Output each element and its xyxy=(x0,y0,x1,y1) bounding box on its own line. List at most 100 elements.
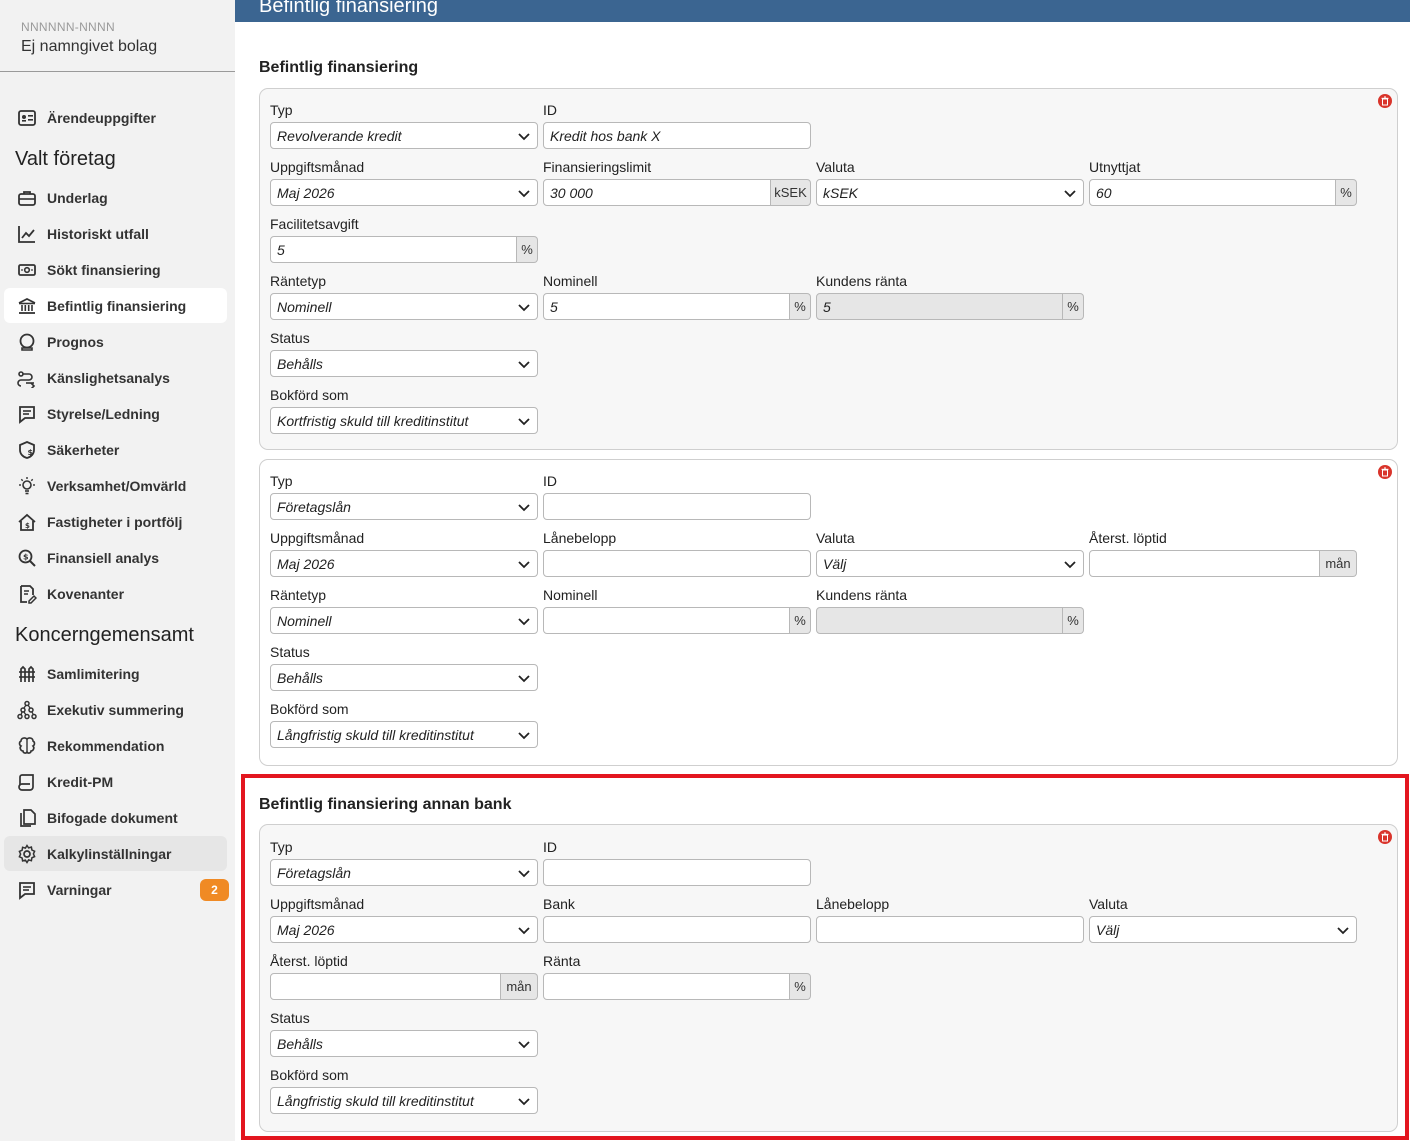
customer-rate-label: Kundens ränta xyxy=(816,587,908,603)
id-input[interactable] xyxy=(543,493,811,520)
sidebar-item-kalkylinstallningar[interactable]: Kalkylinställningar xyxy=(4,836,227,871)
section-title-existing: Befintlig finansiering xyxy=(259,59,419,76)
currency-value: Välj xyxy=(823,555,847,572)
currency-label: Valuta xyxy=(816,159,855,175)
delete-card-1-button[interactable] xyxy=(1378,94,1392,108)
sidebar-item-label: Styrelse/Ledning xyxy=(47,405,160,422)
delete-card-2-button[interactable] xyxy=(1378,465,1392,479)
svg-text:$: $ xyxy=(28,448,34,457)
brain-icon xyxy=(16,735,38,757)
svg-text:$: $ xyxy=(25,522,30,530)
chevron-down-icon xyxy=(518,618,530,626)
booked-select[interactable]: Långfristig skuld till kreditinstitut xyxy=(270,1087,538,1114)
chevron-down-icon xyxy=(1064,190,1076,198)
limit-input[interactable]: 30 000 xyxy=(543,179,771,206)
nominal-input[interactable]: 5 xyxy=(543,293,790,320)
sidebar-item-arendeuppgifter[interactable]: Ärendeuppgifter xyxy=(4,100,227,135)
nominal-unit: % xyxy=(790,293,811,320)
used-unit: % xyxy=(1336,179,1357,206)
month-value: Maj 2026 xyxy=(277,184,335,201)
sidebar-item-kredit-pm[interactable]: Kredit-PM xyxy=(4,764,227,799)
remaining-label: Återst. löptid xyxy=(270,953,348,969)
month-select[interactable]: Maj 2026 xyxy=(270,179,538,206)
sidebar-item-kanslighetsanalys[interactable]: Känslighetsanalys xyxy=(4,360,227,395)
sidebar-item-bifogade-dokument[interactable]: Bifogade dokument xyxy=(4,800,227,835)
sidebar-item-verksamhet-omvarld[interactable]: Verksamhet/Omvärld xyxy=(4,468,227,503)
chevron-down-icon xyxy=(518,304,530,312)
ratetype-select[interactable]: Nominell xyxy=(270,293,538,320)
customer-rate-unit: % xyxy=(1063,607,1084,634)
loan-input[interactable] xyxy=(816,916,1084,943)
loan-input[interactable] xyxy=(543,550,811,577)
status-label: Status xyxy=(270,1010,310,1026)
sidebar-item-befintlig-finansiering[interactable]: Befintlig finansiering xyxy=(4,288,227,323)
booked-label: Bokförd som xyxy=(270,387,349,403)
typ-select[interactable]: Företagslån xyxy=(270,493,538,520)
sidebar-item-label: Historiskt utfall xyxy=(47,225,149,242)
sidebar-item-label: Säkerheter xyxy=(47,441,120,458)
id-input[interactable] xyxy=(543,859,811,886)
bank-input[interactable] xyxy=(543,916,811,943)
id-input[interactable]: Kredit hos bank X xyxy=(543,122,811,149)
month-label: Uppgiftsmånad xyxy=(270,530,365,546)
sidebar-item-underlag[interactable]: Underlag xyxy=(4,180,227,215)
sidebar-item-sakerheter[interactable]: $ Säkerheter xyxy=(4,432,227,467)
sidebar-item-label: Fastigheter i portfölj xyxy=(47,513,183,530)
sidebar-item-label: Finansiell analys xyxy=(47,549,160,566)
trash-icon xyxy=(1381,96,1389,106)
sidebar-item-samlimitering[interactable]: Samlimitering xyxy=(4,656,227,691)
chevron-down-icon xyxy=(518,1098,530,1106)
bank-label: Bank xyxy=(543,896,575,912)
currency-select[interactable]: kSEK xyxy=(816,179,1084,206)
currency-select[interactable]: Välj xyxy=(816,550,1084,577)
status-select[interactable]: Behålls xyxy=(270,1030,538,1057)
sidebar-item-exekutiv-summering[interactable]: Exekutiv summering xyxy=(4,692,227,727)
sidebar-item-sokt-finansiering[interactable]: Sökt finansiering xyxy=(4,252,227,287)
id-label: ID xyxy=(543,102,557,118)
sidebar-item-finansiell-analys[interactable]: $ Finansiell analys xyxy=(4,540,227,575)
remaining-input[interactable] xyxy=(1089,550,1320,577)
hierarchy-icon xyxy=(16,699,38,721)
customer-rate-label: Kundens ränta xyxy=(816,273,908,289)
delete-card-3-button[interactable] xyxy=(1378,830,1392,844)
booked-label: Bokförd som xyxy=(270,701,349,717)
used-input[interactable]: 60 xyxy=(1089,179,1336,206)
status-select[interactable]: Behålls xyxy=(270,350,538,377)
sidebar-item-fastigheter[interactable]: $ Fastigheter i portfölj xyxy=(4,504,227,539)
booked-select[interactable]: Kortfristig skuld till kreditinstitut xyxy=(270,407,538,434)
fee-input[interactable]: 5 xyxy=(270,236,517,263)
chart-icon xyxy=(16,223,38,245)
loan-label: Lånebelopp xyxy=(816,896,890,912)
ratetype-select[interactable]: Nominell xyxy=(270,607,538,634)
month-label: Uppgiftsmånad xyxy=(270,159,365,175)
rate-input[interactable] xyxy=(543,973,790,1000)
limit-unit: kSEK xyxy=(771,179,811,206)
loan-label: Lånebelopp xyxy=(543,530,617,546)
sidebar-item-prognos[interactable]: Prognos xyxy=(4,324,227,359)
typ-label: Typ xyxy=(270,102,293,118)
svg-text:$: $ xyxy=(23,552,29,561)
gear-icon xyxy=(16,843,38,865)
sidebar-item-varningar[interactable]: Varningar 2 xyxy=(4,872,229,907)
nominal-input[interactable] xyxy=(543,607,790,634)
status-select[interactable]: Behålls xyxy=(270,664,538,691)
id-label: ID xyxy=(543,473,557,489)
fee-label: Facilitetsavgift xyxy=(270,216,359,232)
currency-value: kSEK xyxy=(823,184,859,201)
sidebar-item-rekommendation[interactable]: Rekommendation xyxy=(4,728,227,763)
section-title-other-bank: Befintlig finansiering annan bank xyxy=(259,796,512,813)
rate-unit: % xyxy=(790,973,811,1000)
typ-select[interactable]: Revolverande kredit xyxy=(270,122,538,149)
month-select[interactable]: Maj 2026 xyxy=(270,550,538,577)
sidebar-item-kovenanter[interactable]: Kovenanter xyxy=(4,576,227,611)
sidebar-item-label: Rekommendation xyxy=(47,737,165,754)
month-select[interactable]: Maj 2026 xyxy=(270,916,538,943)
sidebar-item-historiskt-utfall[interactable]: Historiskt utfall xyxy=(4,216,227,251)
sidebar-item-label: Känslighetsanalys xyxy=(47,369,170,386)
scroll-icon xyxy=(16,771,38,793)
currency-select[interactable]: Välj xyxy=(1089,916,1357,943)
remaining-input[interactable] xyxy=(270,973,501,1000)
booked-select[interactable]: Långfristig skuld till kreditinstitut xyxy=(270,721,538,748)
typ-select[interactable]: Företagslån xyxy=(270,859,538,886)
sidebar-item-styrelse-ledning[interactable]: Styrelse/Ledning xyxy=(4,396,227,431)
